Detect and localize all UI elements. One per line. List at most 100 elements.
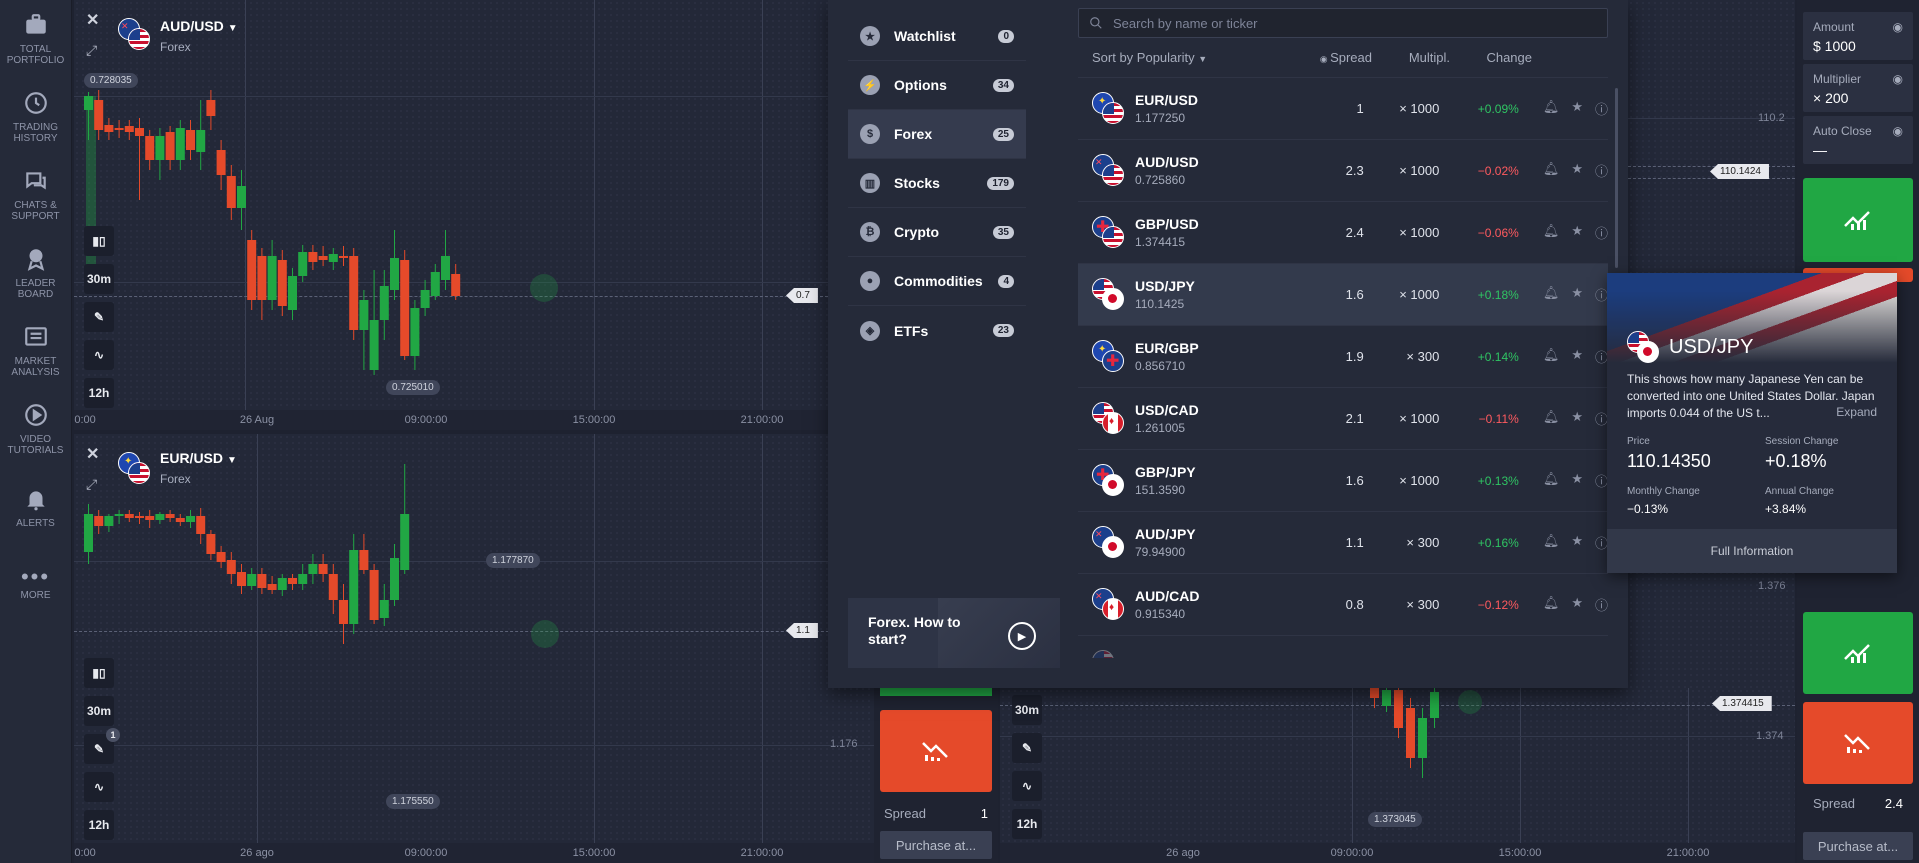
- timeframe-button[interactable]: 30m: [1012, 695, 1042, 725]
- indicators-button[interactable]: ∿: [84, 772, 114, 802]
- amount-field[interactable]: Amount ◉ $ 1000: [1803, 12, 1913, 60]
- bell-icon[interactable]: 🔔︎: [1543, 99, 1560, 118]
- purchase-at-button[interactable]: Purchase at...: [1803, 832, 1913, 860]
- star-icon[interactable]: ★: [1571, 285, 1583, 304]
- nav-chats-support[interactable]: CHATS & SUPPORT: [0, 156, 71, 234]
- forex-howto-video-card[interactable]: Forex. How to start? ▶: [848, 598, 1060, 668]
- chart-panel-eurusd[interactable]: 1.177870 1.175550 1.1 1.176 00:00 26 ago…: [74, 434, 874, 863]
- range-button[interactable]: 12h: [84, 378, 114, 408]
- asset-row[interactable]: AUD/JPY79.949001.1× 300+0.16%🔔︎★ⓘ: [1078, 512, 1608, 574]
- bell-icon[interactable]: 🔔︎: [1543, 533, 1560, 552]
- nav-leader-board[interactable]: LEADER BOARD: [0, 234, 71, 312]
- asset-selector-eurusd[interactable]: EUR/USD ▼ Forex: [160, 450, 237, 486]
- column-spread[interactable]: ◉ Spread: [1302, 50, 1372, 65]
- asset-row[interactable]: EUR/USD 1.177250 1 × 1000 +0.09% 🔔︎ ★ ⓘ: [1078, 78, 1608, 140]
- buy-button[interactable]: [1803, 612, 1913, 694]
- asset-row[interactable]: AUD/USD 0.725860 2.3 × 1000 −0.02% 🔔︎ ★ ⓘ: [1078, 140, 1608, 202]
- chart-type-button[interactable]: ▮▯: [84, 658, 114, 688]
- asset-row[interactable]: USD/CHF1.1× 1000+0.13%🔔︎★ⓘ: [1078, 636, 1608, 658]
- nav-alerts[interactable]: ALERTS: [0, 468, 71, 546]
- chart-type-button[interactable]: ▮▯: [84, 226, 114, 256]
- help-icon: ◉: [1892, 20, 1903, 34]
- asset-row[interactable]: AUD/CAD 0.915340 0.8 × 300 −0.12% 🔔︎ ★ ⓘ: [1078, 574, 1608, 636]
- asset-price: 110.1425: [1134, 297, 1185, 311]
- bell-icon[interactable]: 🔔︎: [1543, 409, 1560, 428]
- chart-panel-audusd[interactable]: 0.728035 0.725010 0.7 00:00 26 Aug 09:00…: [74, 0, 828, 430]
- sort-dropdown[interactable]: Sort by Popularity ▼: [1092, 50, 1302, 65]
- star-icon[interactable]: ★: [1571, 409, 1583, 428]
- nav-market-analysis[interactable]: MARKET ANALYSIS: [0, 312, 71, 390]
- star-icon[interactable]: ★: [1571, 471, 1583, 490]
- nav-video-tutorials[interactable]: VIDEO TUTORIALS: [0, 390, 71, 468]
- price-tag-high: 0.728035: [84, 73, 138, 88]
- close-chart-icon[interactable]: ✕: [86, 444, 99, 464]
- bell-icon[interactable]: 🔔︎: [1543, 595, 1560, 614]
- bell-icon[interactable]: 🔔︎: [1543, 347, 1560, 366]
- asset-price: 1.261005: [1134, 421, 1186, 435]
- asset-list-scrollbar[interactable]: [1615, 88, 1618, 268]
- asset-change: +0.13%: [1477, 473, 1519, 488]
- expand-chart-icon[interactable]: ⤢: [86, 42, 97, 59]
- timeframe-button[interactable]: 30m: [84, 264, 114, 294]
- info-icon[interactable]: ⓘ: [1595, 99, 1608, 118]
- range-button[interactable]: 12h: [1012, 809, 1042, 839]
- column-multiplier[interactable]: Multipl.: [1372, 50, 1450, 65]
- category-stocks[interactable]: ▥ Stocks 179: [848, 159, 1026, 208]
- info-icon[interactable]: ⓘ: [1595, 223, 1608, 242]
- column-change[interactable]: Change: [1450, 50, 1532, 65]
- bell-icon[interactable]: 🔔︎: [1543, 657, 1560, 658]
- info-icon[interactable]: ⓘ: [1595, 657, 1608, 658]
- star-icon[interactable]: ★: [1571, 533, 1583, 552]
- category-watchlist[interactable]: ★ Watchlist 0: [848, 12, 1026, 61]
- category-etfs[interactable]: ◈ ETFs 23: [848, 306, 1026, 355]
- asset-row[interactable]: GBP/JPY151.35901.6× 1000+0.13%🔔︎★ⓘ: [1078, 450, 1608, 512]
- full-information-button[interactable]: Full Information: [1607, 529, 1897, 573]
- star-icon[interactable]: ★: [1571, 223, 1583, 242]
- auto-close-field[interactable]: Auto Close ◉ —: [1803, 116, 1913, 164]
- star-icon[interactable]: ★: [1571, 595, 1583, 614]
- category-crypto[interactable]: ₿ Crypto 35: [848, 208, 1026, 257]
- chart-panel-gbpusd[interactable]: 1.373045 1.374415 1.374 26 ago 09:00:00 …: [1000, 688, 1795, 863]
- sell-button[interactable]: [1803, 702, 1913, 784]
- draw-tool-button[interactable]: ✎: [1012, 733, 1042, 763]
- buy-button-partial[interactable]: [880, 688, 992, 696]
- nav-trading-history[interactable]: TRADING HISTORY: [0, 78, 71, 156]
- bell-icon[interactable]: 🔔︎: [1543, 471, 1560, 490]
- buy-button[interactable]: [1803, 178, 1913, 262]
- sell-button[interactable]: [880, 710, 992, 792]
- multiplier-field[interactable]: Multiplier ◉ × 200: [1803, 64, 1913, 112]
- bell-icon[interactable]: 🔔︎: [1543, 161, 1560, 180]
- search-input[interactable]: Search by name or ticker: [1078, 8, 1608, 38]
- asset-row[interactable]: GBP/USD 1.374415 2.4 × 1000 −0.06% 🔔︎ ★ ⓘ: [1078, 202, 1608, 264]
- asset-selector-audusd[interactable]: AUD/USD ▼ Forex: [160, 18, 238, 54]
- bell-icon[interactable]: 🔔︎: [1543, 285, 1560, 304]
- category-forex[interactable]: $ Forex 25: [848, 110, 1026, 159]
- indicators-button[interactable]: ∿: [84, 340, 114, 370]
- timeframe-button[interactable]: 30m: [84, 696, 114, 726]
- info-icon[interactable]: ⓘ: [1595, 595, 1608, 614]
- purchase-at-button[interactable]: Purchase at...: [880, 831, 992, 859]
- star-icon[interactable]: ★: [1571, 657, 1583, 658]
- category-options[interactable]: ⚡ Options 34: [848, 61, 1026, 110]
- star-icon[interactable]: ★: [1571, 99, 1583, 118]
- bell-icon[interactable]: 🔔︎: [1543, 223, 1560, 242]
- indicators-button[interactable]: ∿: [1012, 771, 1042, 801]
- star-icon[interactable]: ★: [1571, 161, 1583, 180]
- category-commodities[interactable]: ● Commodities 4: [848, 257, 1026, 306]
- close-chart-icon[interactable]: ✕: [86, 10, 99, 30]
- asset-row[interactable]: EUR/GBP0.8567101.9× 300+0.14%🔔︎★ⓘ: [1078, 326, 1608, 388]
- draw-tool-button[interactable]: ✎ 1: [84, 728, 120, 764]
- asset-row[interactable]: USD/CAD1.2610052.1× 1000−0.11%🔔︎★ⓘ: [1078, 388, 1608, 450]
- asset-row[interactable]: USD/JPY 110.1425 1.6 × 1000 +0.18% 🔔︎ ★ ⓘ: [1078, 264, 1608, 326]
- star-icon[interactable]: ★: [1571, 347, 1583, 366]
- play-icon[interactable]: ▶: [1008, 622, 1036, 650]
- range-button[interactable]: 12h: [84, 810, 114, 840]
- expand-chart-icon[interactable]: ⤢: [86, 476, 97, 493]
- briefcase-icon: [25, 14, 46, 34]
- info-icon[interactable]: ⓘ: [1595, 161, 1608, 180]
- draw-tool-button[interactable]: ✎: [84, 302, 114, 332]
- nav-more[interactable]: ••• MORE: [0, 546, 71, 624]
- nav-total-portfolio[interactable]: TOTAL PORTFOLIO: [0, 0, 71, 78]
- expand-link[interactable]: Expand: [1836, 405, 1877, 419]
- price-tag-low: 0.725010: [386, 380, 440, 395]
